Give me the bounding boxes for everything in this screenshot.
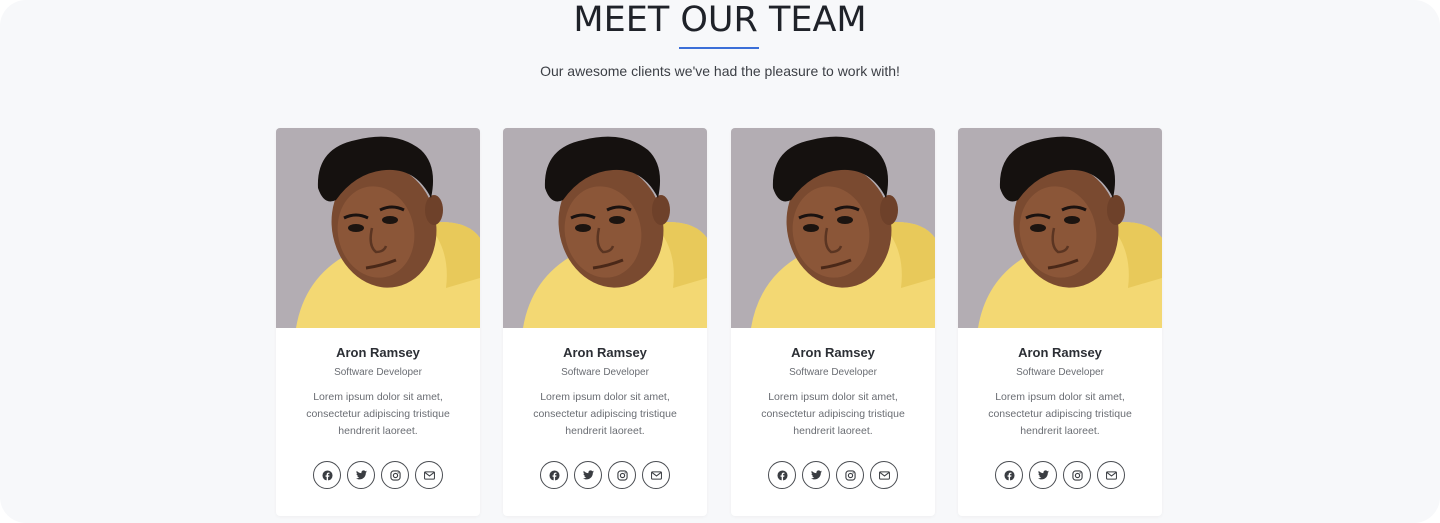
team-member-card: Aron Ramsey Software Developer Lorem ips… — [276, 128, 480, 516]
member-bio: Lorem ipsum dolor sit amet, consectetur … — [761, 391, 905, 437]
email-link[interactable] — [415, 461, 443, 489]
twitter-link[interactable] — [802, 461, 830, 489]
section-subtitle: Our awesome clients we've had the pleasu… — [540, 63, 900, 79]
twitter-link[interactable] — [347, 461, 375, 489]
twitter-icon — [1037, 470, 1049, 480]
member-bio: Lorem ipsum dolor sit amet, consectetur … — [306, 391, 450, 437]
mail-icon — [1105, 470, 1117, 480]
facebook-link[interactable] — [540, 461, 568, 489]
team-member-card: Aron Ramsey Software Developer Lorem ips… — [958, 128, 1162, 516]
member-role: Software Developer — [1016, 367, 1104, 378]
email-link[interactable] — [870, 461, 898, 489]
instagram-icon — [616, 469, 628, 481]
facebook-icon — [321, 469, 333, 481]
member-bio: Lorem ipsum dolor sit amet, consectetur … — [988, 391, 1132, 437]
facebook-link[interactable] — [995, 461, 1023, 489]
email-link[interactable] — [1097, 461, 1125, 489]
social-links — [958, 461, 1162, 489]
facebook-icon — [776, 469, 788, 481]
instagram-link[interactable] — [1063, 461, 1091, 489]
social-links — [503, 461, 707, 489]
member-photo — [276, 128, 480, 328]
facebook-link[interactable] — [313, 461, 341, 489]
member-photo — [731, 128, 935, 328]
instagram-link[interactable] — [381, 461, 409, 489]
twitter-link[interactable] — [1029, 461, 1057, 489]
twitter-icon — [810, 470, 822, 480]
email-link[interactable] — [642, 461, 670, 489]
member-photo — [958, 128, 1162, 328]
member-name: Aron Ramsey — [563, 345, 647, 360]
instagram-icon — [1071, 469, 1083, 481]
instagram-icon — [389, 469, 401, 481]
twitter-link[interactable] — [574, 461, 602, 489]
social-links — [276, 461, 480, 489]
facebook-icon — [1003, 469, 1015, 481]
team-member-card: Aron Ramsey Software Developer Lorem ips… — [731, 128, 935, 516]
member-role: Software Developer — [561, 367, 649, 378]
member-bio: Lorem ipsum dolor sit amet, consectetur … — [533, 391, 677, 437]
member-name: Aron Ramsey — [1018, 345, 1102, 360]
twitter-icon — [582, 470, 594, 480]
twitter-icon — [355, 470, 367, 480]
facebook-link[interactable] — [768, 461, 796, 489]
member-name: Aron Ramsey — [791, 345, 875, 360]
mail-icon — [423, 470, 435, 480]
instagram-icon — [844, 469, 856, 481]
mail-icon — [878, 470, 890, 480]
title-underline — [679, 47, 759, 49]
member-role: Software Developer — [789, 367, 877, 378]
team-member-card: Aron Ramsey Software Developer Lorem ips… — [503, 128, 707, 516]
member-name: Aron Ramsey — [336, 345, 420, 360]
social-links — [731, 461, 935, 489]
instagram-link[interactable] — [608, 461, 636, 489]
member-role: Software Developer — [334, 367, 422, 378]
instagram-link[interactable] — [836, 461, 864, 489]
mail-icon — [650, 470, 662, 480]
facebook-icon — [548, 469, 560, 481]
team-section: MEET OUR TEAM Our awesome clients we've … — [0, 0, 1440, 523]
section-title: MEET OUR TEAM — [573, 0, 867, 40]
member-photo — [503, 128, 707, 328]
